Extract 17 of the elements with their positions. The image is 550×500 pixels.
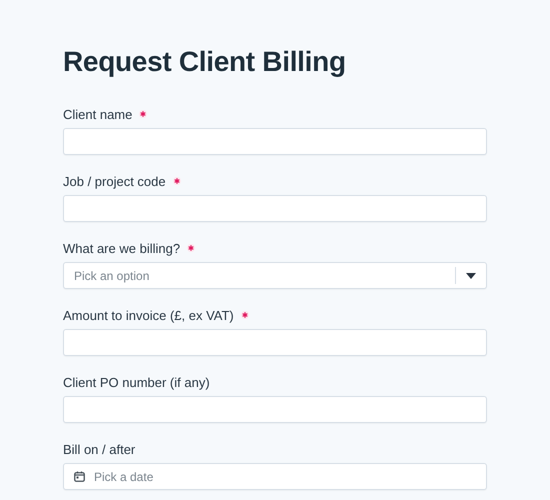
calendar-icon — [74, 471, 85, 482]
field-label: What are we billing? — [63, 240, 180, 256]
input-field[interactable] — [63, 195, 487, 222]
form-title: Request Client Billing — [63, 45, 347, 79]
field-label: Job / project code — [63, 174, 166, 188]
field-label: Client name — [63, 106, 132, 122]
field-label: Amount to invoice (£, ex VAT) — [63, 308, 234, 322]
input-field[interactable] — [63, 329, 487, 356]
input-field[interactable] — [63, 396, 487, 423]
caret-icon — [466, 272, 476, 278]
dropdown-placeholder: Pick an option — [74, 268, 150, 282]
field-label: Client PO number (if any) — [63, 374, 210, 390]
input-field[interactable] — [63, 128, 487, 155]
date-placeholder: Pick a date — [94, 470, 154, 484]
dropdown-field[interactable]: Pick an option — [63, 262, 487, 289]
date-field[interactable]: Pick a date — [63, 463, 487, 490]
field-label: Bill on / after — [63, 442, 136, 456]
